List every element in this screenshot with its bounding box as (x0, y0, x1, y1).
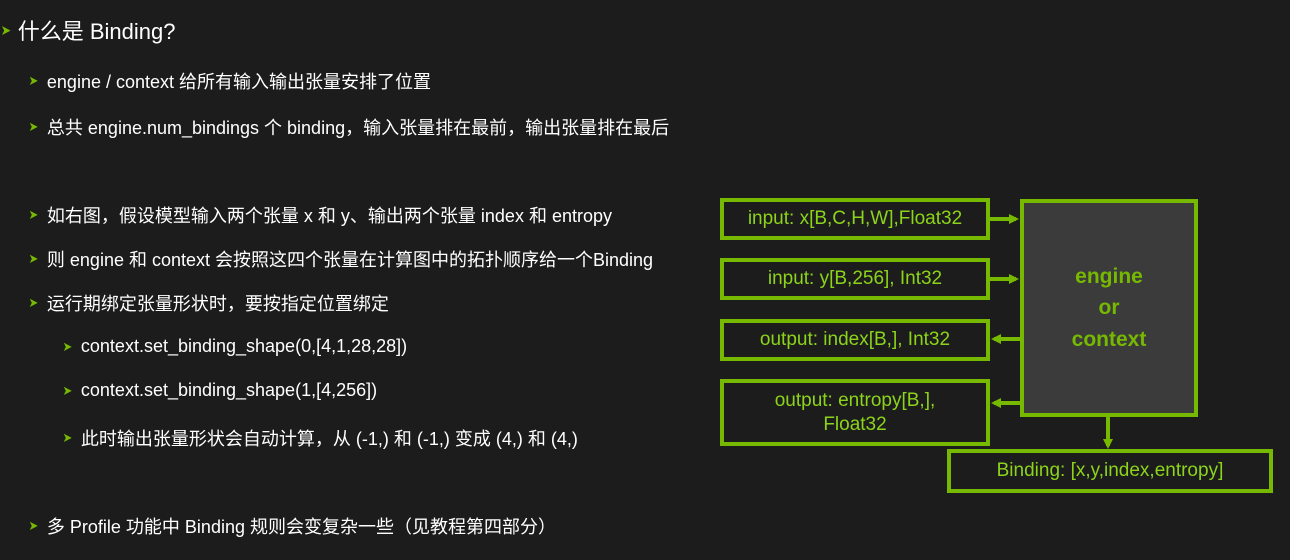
or-label: or (1098, 296, 1120, 320)
input-x-label: input: x[B,C,H,W],Float32 (747, 208, 963, 230)
binding-box: Binding: [x,y,index,entropy] (947, 449, 1273, 493)
input-y-label: input: y[B,256], Int32 (767, 268, 943, 290)
output-entropy-box: output: entropy[B,], Float32 (720, 379, 990, 446)
engine-context-box: engine or context (1020, 199, 1198, 417)
slide: ➤ 什么是 Binding? ➤ engine / context 给所有输入输… (0, 0, 1290, 560)
output-index-box: output: index[B,], Int32 (720, 319, 990, 361)
input-y-box: input: y[B,256], Int32 (720, 258, 990, 300)
output-entropy-type: Float32 (823, 413, 887, 435)
engine-label: engine (1075, 264, 1143, 288)
input-x-box: input: x[B,C,H,W],Float32 (720, 198, 990, 240)
output-entropy-label: output: entropy[B,], (774, 389, 936, 411)
context-label: context (1071, 327, 1147, 351)
binding-label: Binding: [x,y,index,entropy] (996, 460, 1224, 482)
output-index-label: output: index[B,], Int32 (759, 329, 951, 351)
